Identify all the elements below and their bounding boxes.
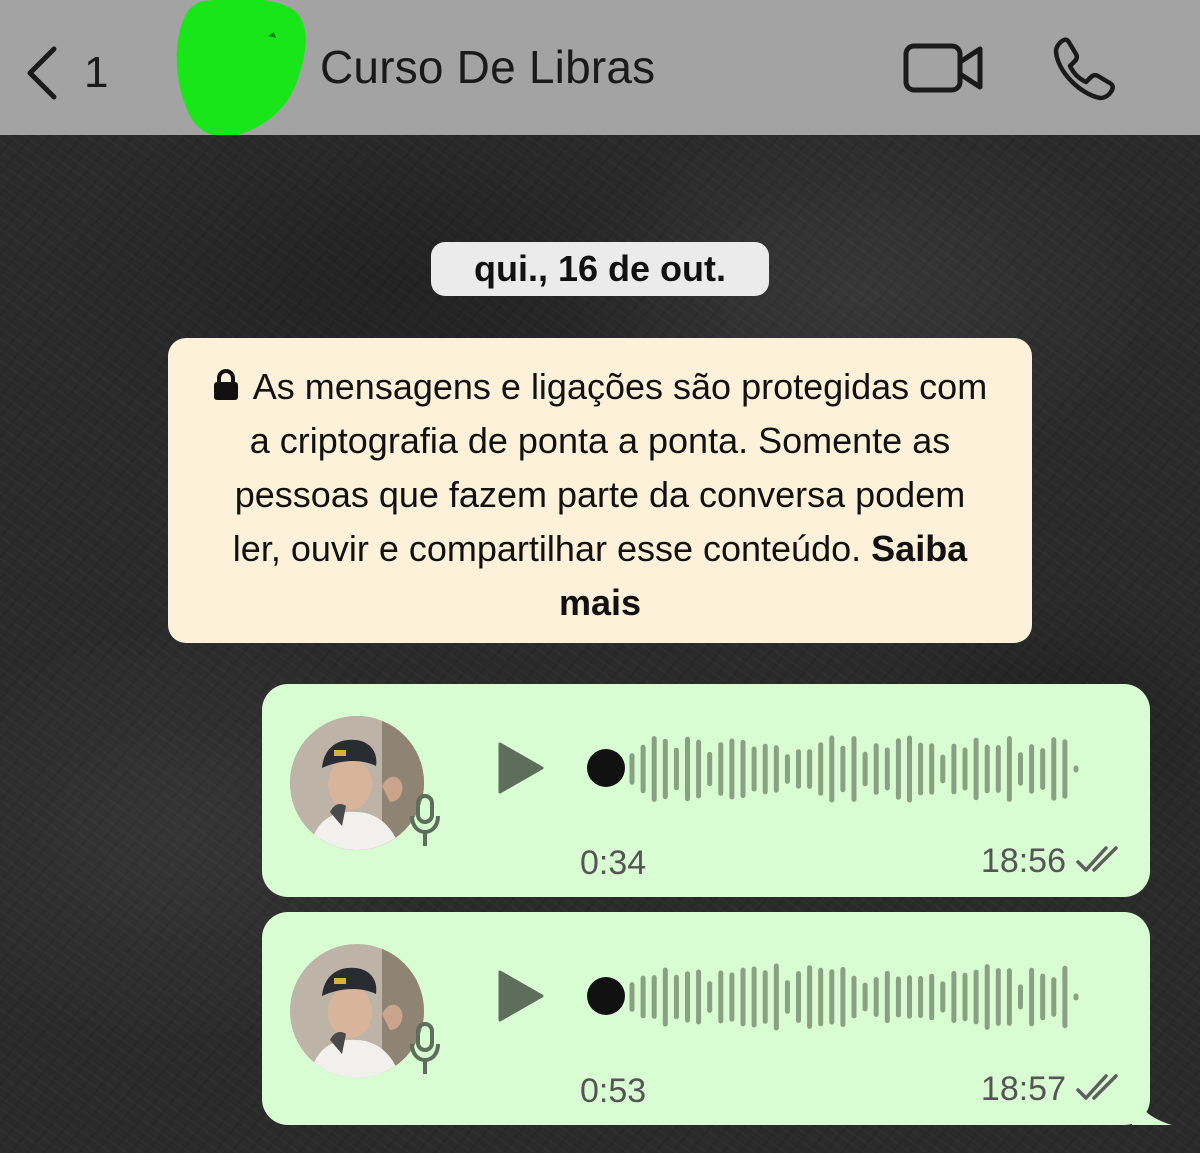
microphone-icon — [410, 794, 440, 846]
encryption-notice[interactable]: As mensagens e ligações são protegidas c… — [168, 338, 1032, 643]
bubble-tail — [1132, 1085, 1172, 1125]
microphone-icon — [410, 1022, 440, 1074]
chat-header: 1 Curso De Libras — [0, 0, 1200, 137]
chat-title[interactable]: Curso De Libras — [320, 40, 655, 94]
audio-waveform[interactable] — [612, 724, 1112, 814]
double-check-icon — [1076, 846, 1118, 872]
sender-avatar — [290, 944, 424, 1078]
unread-count: 1 — [84, 48, 109, 97]
date-separator: qui., 16 de out. — [431, 242, 769, 296]
chevron-left-icon — [27, 46, 57, 100]
double-check-icon — [1076, 1074, 1118, 1100]
back-button[interactable]: 1 — [22, 38, 132, 108]
phone-icon[interactable] — [1050, 34, 1120, 104]
audio-waveform[interactable] — [612, 952, 1112, 1042]
contact-avatar[interactable] — [172, 0, 308, 140]
voice-duration: 0:34 — [580, 844, 647, 882]
play-icon[interactable] — [496, 970, 546, 1022]
message-time: 18:56 — [980, 842, 1066, 880]
playback-scrubber[interactable] — [587, 749, 625, 787]
sender-avatar — [290, 716, 424, 850]
voice-message[interactable]: 0:53 18:57 — [262, 912, 1172, 1125]
message-time: 18:57 — [980, 1070, 1066, 1108]
play-icon[interactable] — [496, 742, 546, 794]
playback-scrubber[interactable] — [587, 977, 625, 1015]
voice-duration: 0:53 — [580, 1072, 647, 1110]
voice-message[interactable]: 0:34 18:56 — [262, 684, 1150, 897]
lock-icon — [213, 369, 238, 400]
video-camera-icon[interactable] — [900, 36, 986, 102]
